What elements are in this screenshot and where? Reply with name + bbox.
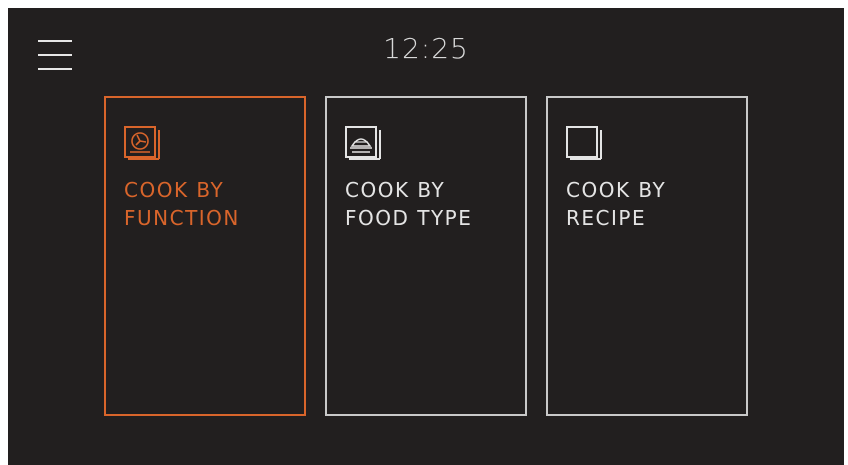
cook-by-function-tile[interactable]: COOK BY FUNCTION xyxy=(104,96,306,416)
cook-by-food-type-label: COOK BY FOOD TYPE xyxy=(345,178,473,230)
clock-display: 12:25 xyxy=(383,32,469,65)
cook-by-recipe-tile[interactable]: COOK BY RECIPE xyxy=(546,96,748,416)
oven-fan-icon xyxy=(124,126,160,160)
cook-by-food-type-tile[interactable]: COOK BY FOOD TYPE xyxy=(325,96,527,416)
cook-by-recipe-label: COOK BY RECIPE xyxy=(566,178,667,230)
cook-by-function-label: COOK BY FUNCTION xyxy=(124,178,240,230)
oven-control-screen: 12:25 COOK BY FUNCTION COOK BY FOOD TYPE xyxy=(8,8,844,465)
food-cloche-icon xyxy=(345,126,381,160)
recipe-book-icon xyxy=(566,126,602,160)
